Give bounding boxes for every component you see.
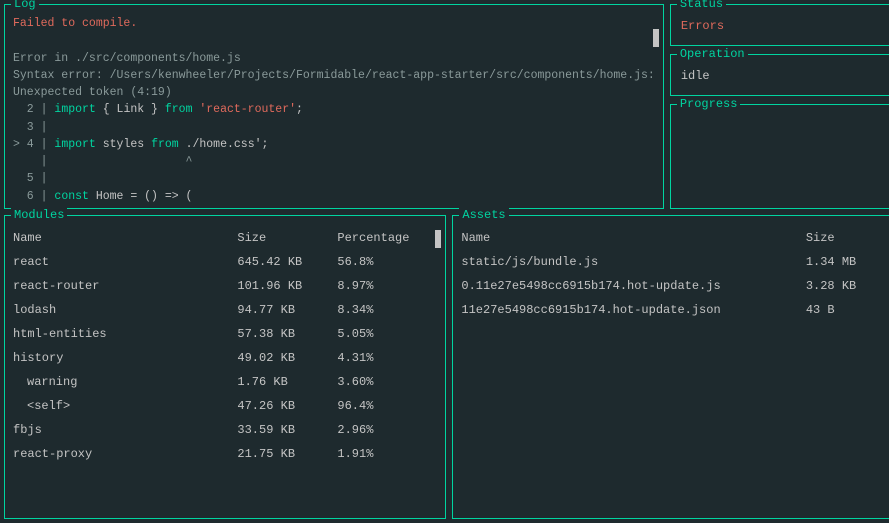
table-row[interactable]: react-proxy21.75 KB1.91% [13,442,437,466]
asset-size: 43 B [806,298,886,322]
progress-title: Progress [677,97,741,111]
code: ./home.css' [186,138,262,151]
table-row[interactable]: 0.11e27e5498cc6915b174.hot-update.js3.28… [461,274,885,298]
line-gutter: 2 | [13,103,54,116]
code [179,138,186,151]
bottom-row: Modules Name Size Percentage react645.42… [4,215,889,519]
module-name: <self> [13,394,237,418]
module-pct: 8.97% [337,274,437,298]
module-pct: 5.05% [337,322,437,346]
kw: import [54,138,95,151]
col-pct-header: Percentage [337,226,437,250]
code: ; [296,103,303,116]
assets-header-row: Name Size [461,226,885,250]
module-name: fbjs [13,418,237,442]
asset-size: 1.34 MB [806,250,886,274]
scrollbar-thumb[interactable] [653,29,659,47]
line-gutter: 6 | [13,190,54,203]
table-row[interactable]: react-router101.96 KB8.97% [13,274,437,298]
line-gutter: > 4 | [13,138,54,151]
status-value: Errors [681,19,724,33]
table-row[interactable]: history49.02 KB4.31% [13,346,437,370]
col-size-header: Size [806,226,886,250]
log-body[interactable]: Failed to compile. Error in ./src/compon… [13,15,655,205]
module-pct: 56.8% [337,250,437,274]
err-path: Syntax error: /Users/kenwheeler/Projects… [13,69,655,82]
module-pct: 4.31% [337,346,437,370]
right-column: Status Errors Operation idle Progress [670,4,889,209]
kw: const [54,190,89,203]
module-size: 1.76 KB [237,370,337,394]
module-pct: 1.91% [337,442,437,466]
module-size: 101.96 KB [237,274,337,298]
module-size: 49.02 KB [237,346,337,370]
module-name: warning [13,370,237,394]
operation-panel: Operation idle [670,54,889,96]
modules-header-row: Name Size Percentage [13,226,437,250]
module-pct: 2.96% [337,418,437,442]
module-name: lodash [13,298,237,322]
modules-table[interactable]: Name Size Percentage react645.42 KB56.8%… [13,226,437,466]
err-token: Unexpected token (4:19) [13,86,172,99]
module-name: react [13,250,237,274]
table-row[interactable]: lodash94.77 KB8.34% [13,298,437,322]
module-name: react-proxy [13,442,237,466]
table-row[interactable]: react645.42 KB56.8% [13,250,437,274]
module-size: 33.59 KB [237,418,337,442]
module-pct: 8.34% [337,298,437,322]
status-title: Status [677,0,726,11]
operation-title: Operation [677,47,748,61]
module-size: 57.38 KB [237,322,337,346]
asset-name: 0.11e27e5498cc6915b174.hot-update.js [461,274,805,298]
module-pct: 96.4% [337,394,437,418]
asset-name: static/js/bundle.js [461,250,805,274]
assets-panel: Assets Name Size static/js/bundle.js1.34… [452,215,889,519]
scrollbar-thumb[interactable] [435,230,441,248]
assets-table[interactable]: Name Size static/js/bundle.js1.34 MB0.11… [461,226,885,322]
asset-size: 3.28 KB [806,274,886,298]
asset-name: 11e27e5498cc6915b174.hot-update.json [461,298,805,322]
line-gutter: 3 | [13,121,48,134]
table-row[interactable]: static/js/bundle.js1.34 MB [461,250,885,274]
progress-panel: Progress [670,104,889,209]
kw: from [165,103,193,116]
code: ; [262,138,269,151]
compile-fail-msg: Failed to compile. [13,17,137,30]
line-gutter: 5 | [13,172,48,185]
assets-title: Assets [459,208,508,222]
col-name-header: Name [461,226,805,250]
str: 'react-router' [199,103,296,116]
module-size: 94.77 KB [237,298,337,322]
code: { Link } [96,103,165,116]
log-title: Log [11,0,39,11]
col-name-header: Name [13,226,237,250]
module-size: 47.26 KB [237,394,337,418]
module-name: history [13,346,237,370]
err-file: Error in ./src/components/home.js [13,52,241,65]
table-row[interactable]: warning1.76 KB3.60% [13,370,437,394]
log-panel: Log Failed to compile. Error in ./src/co… [4,4,664,209]
module-pct: 3.60% [337,370,437,394]
code: styles [96,138,151,151]
status-panel: Status Errors [670,4,889,46]
module-size: 21.75 KB [237,442,337,466]
caret-line: | ^ [13,155,192,168]
table-row[interactable]: <self>47.26 KB96.4% [13,394,437,418]
table-row[interactable]: fbjs33.59 KB2.96% [13,418,437,442]
module-name: html-entities [13,322,237,346]
table-row[interactable]: html-entities57.38 KB5.05% [13,322,437,346]
kw: import [54,103,95,116]
table-row[interactable]: 11e27e5498cc6915b174.hot-update.json43 B [461,298,885,322]
col-size-header: Size [237,226,337,250]
module-size: 645.42 KB [237,250,337,274]
kw: from [151,138,179,151]
modules-panel: Modules Name Size Percentage react645.42… [4,215,446,519]
module-name: react-router [13,274,237,298]
code: Home = () => ( [89,190,193,203]
operation-value: idle [681,69,710,83]
modules-title: Modules [11,208,67,222]
